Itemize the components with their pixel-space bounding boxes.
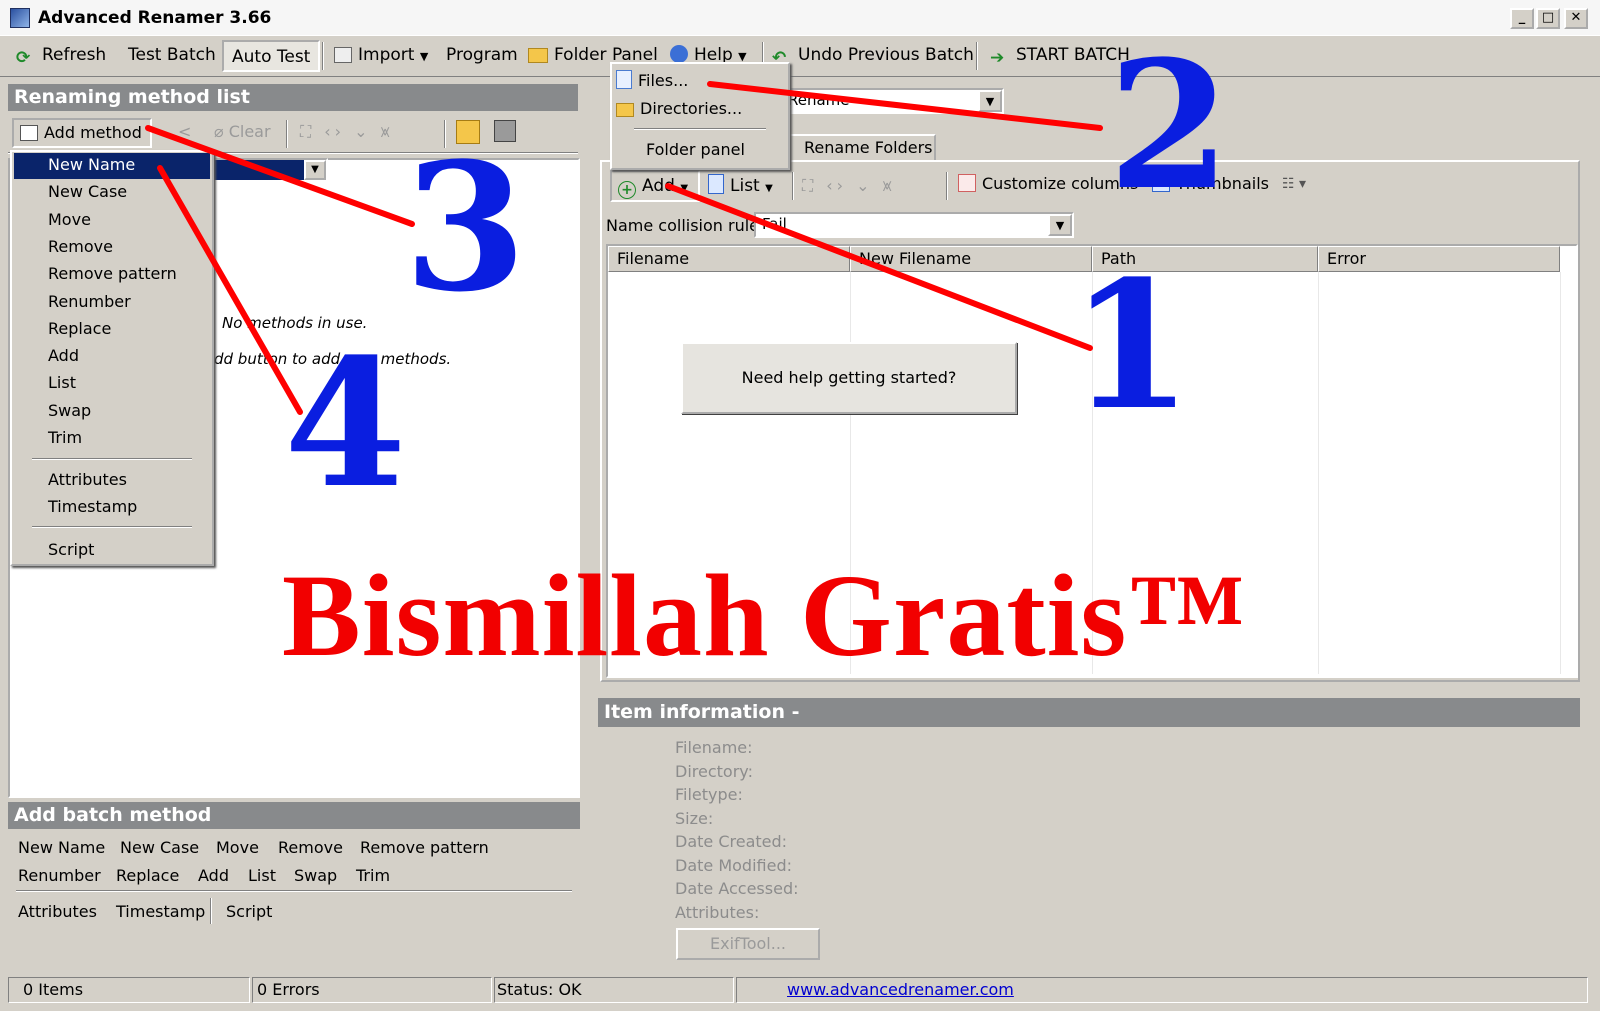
annotation-line-4 [157,165,303,415]
annotation-line-1 [665,183,1093,351]
annotation-lines [145,81,1103,415]
watermark-text: Bismillah Gratis™ [282,550,1247,681]
annotation-number-1: 1 [1070,242,1193,449]
annotation-line-3 [145,125,415,227]
annotation-line-2 [707,81,1103,131]
annotation-number-3: 3 [404,124,527,331]
annotation-number-2: 2 [1108,22,1231,229]
annotation-number-4: 4 [284,320,407,527]
